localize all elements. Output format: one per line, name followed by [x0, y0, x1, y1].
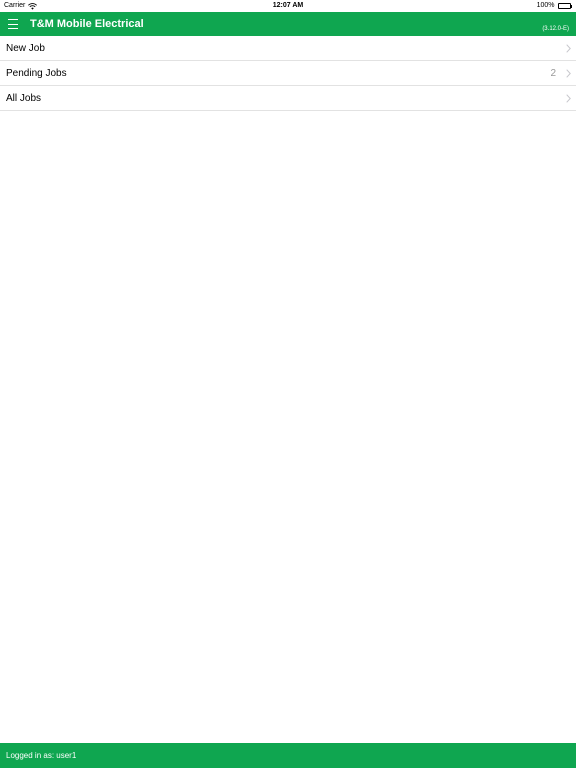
list-item-label: New Job	[6, 42, 45, 54]
list-item-label: All Jobs	[6, 92, 42, 104]
chevron-right-icon	[566, 69, 571, 78]
chevron-right-icon	[566, 44, 571, 53]
list-item-new-job[interactable]: New Job	[0, 36, 576, 61]
nav-bar: T&M Mobile Electrical (3.12.0-E)	[0, 12, 576, 36]
logged-in-label: Logged in as: user1	[6, 751, 77, 760]
pending-jobs-count: 2	[550, 68, 556, 79]
list-item-label: Pending Jobs	[6, 67, 67, 79]
status-right: 100%	[537, 0, 572, 12]
hamburger-menu-icon[interactable]	[8, 18, 18, 30]
status-time: 12:07 AM	[272, 2, 304, 9]
job-menu-list: New Job Pending Jobs 2 All Jobs	[0, 36, 576, 111]
chevron-right-icon	[566, 94, 571, 103]
list-item-all-jobs[interactable]: All Jobs	[0, 86, 576, 111]
battery-percent: 100%	[536, 2, 555, 9]
app-screen: Carrier 12:07 AM 100% T&M Mobile Electri…	[0, 0, 576, 768]
footer-bar: Logged in as: user1	[0, 743, 576, 768]
app-version: (3.12.0-E)	[542, 26, 569, 32]
status-bar: Carrier 12:07 AM 100%	[0, 0, 576, 12]
battery-icon	[557, 3, 572, 9]
list-item-pending-jobs[interactable]: Pending Jobs 2	[0, 61, 576, 86]
app-title: T&M Mobile Electrical	[30, 18, 144, 30]
